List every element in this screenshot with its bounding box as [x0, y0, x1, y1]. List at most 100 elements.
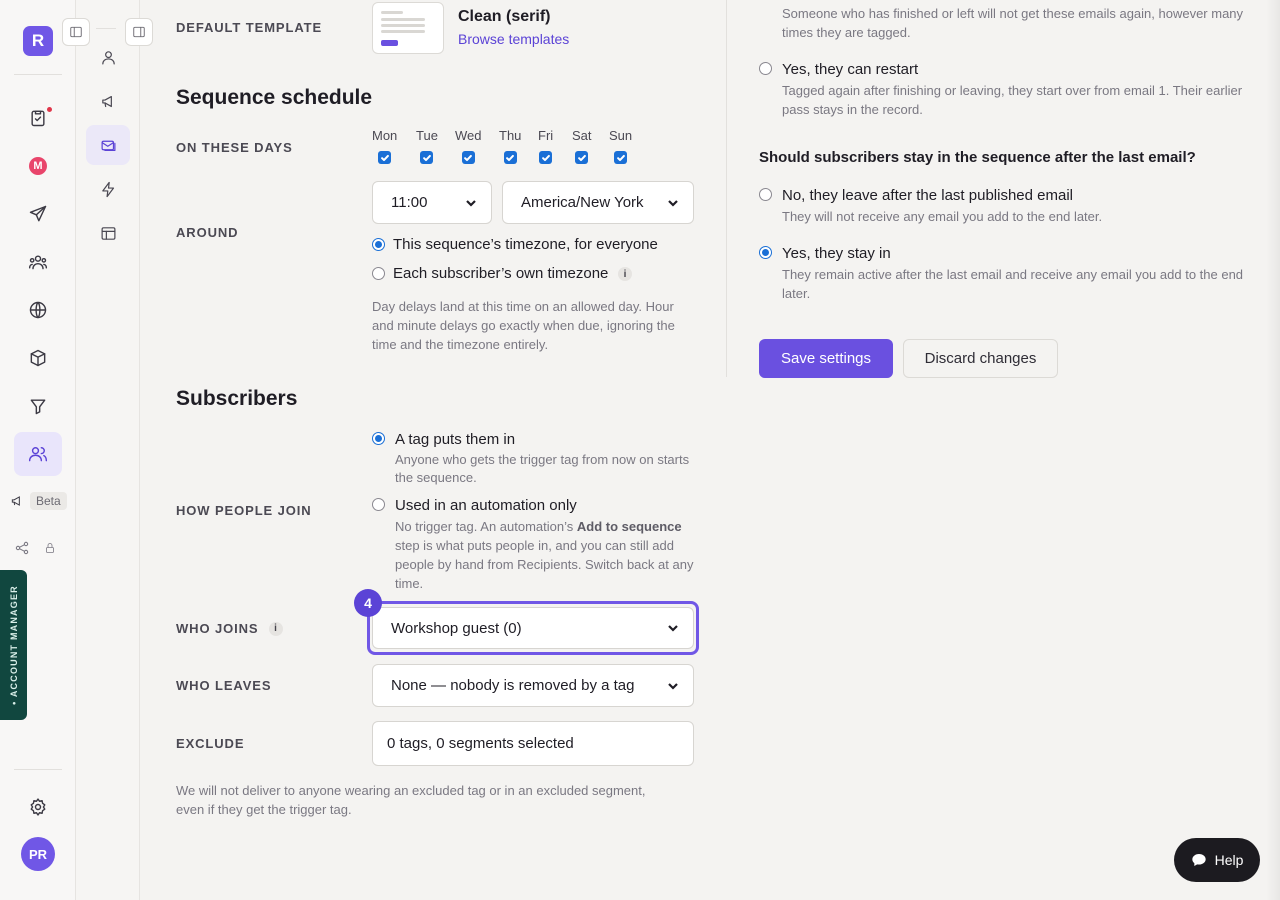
funnel-icon: [30, 399, 46, 415]
discard-changes-button[interactable]: Discard changes: [903, 339, 1058, 378]
day-checkbox[interactable]: [420, 151, 434, 164]
send-time-value: 11:00: [391, 194, 428, 211]
info-icon[interactable]: i: [618, 267, 632, 281]
beta-feature-item[interactable]: Beta: [10, 490, 67, 512]
step-number-badge: 4: [354, 589, 382, 617]
rail-divider: [96, 28, 116, 29]
day-thu[interactable]: Thu: [499, 128, 521, 164]
rail-divider: [14, 769, 62, 770]
restart-yes-radio[interactable]: [759, 62, 772, 75]
help-label: Help: [1214, 852, 1244, 868]
settings-nav-button[interactable]: [14, 785, 62, 829]
join-by-tag-desc: Anyone who gets the trigger tag from now…: [395, 452, 690, 485]
send-nav-button[interactable]: [14, 192, 62, 236]
day-checkbox[interactable]: [539, 151, 553, 164]
send-time-select[interactable]: 11:00: [372, 181, 492, 224]
user-icon: [101, 50, 115, 64]
web-nav-button[interactable]: [14, 288, 62, 332]
stay-in-radio[interactable]: [759, 246, 772, 259]
tz-sequence-radio[interactable]: [372, 238, 385, 251]
audience-nav-button[interactable]: [14, 240, 62, 284]
m-app-nav-button[interactable]: M: [14, 144, 62, 188]
save-settings-button[interactable]: Save settings: [759, 339, 893, 378]
who-joins-select[interactable]: Workshop guest (0): [372, 607, 694, 649]
day-name: Sun: [609, 128, 633, 143]
products-nav-button[interactable]: [14, 336, 62, 380]
m-badge-icon: M: [29, 157, 47, 175]
templates-tab-button[interactable]: [86, 213, 130, 253]
desc-bold: Add to sequence: [576, 519, 682, 534]
tasks-nav-button[interactable]: [14, 96, 62, 140]
workspace-logo[interactable]: R: [23, 26, 53, 56]
days-label: On these days: [176, 140, 293, 155]
day-name: Sat: [572, 128, 592, 143]
automations-tab-button[interactable]: [86, 169, 130, 209]
sequences-tab-button[interactable]: [86, 125, 130, 165]
column-divider: [726, 0, 727, 377]
who-leaves-label: Who leaves: [176, 678, 272, 693]
join-by-tag-radio[interactable]: [372, 432, 385, 445]
info-icon[interactable]: i: [268, 621, 283, 636]
who-leaves-select[interactable]: None — nobody is removed by a tag: [372, 664, 694, 707]
browse-templates-link[interactable]: Browse templates: [458, 31, 569, 47]
day-checkbox[interactable]: [378, 151, 392, 164]
day-wed[interactable]: Wed: [455, 128, 482, 164]
layout-icon: [101, 226, 115, 240]
day-sun[interactable]: Sun: [609, 128, 632, 164]
join-by-tag-label[interactable]: A tag puts them in: [395, 431, 515, 448]
default-template-label: Default template: [176, 20, 323, 35]
day-fri[interactable]: Fri: [538, 128, 553, 164]
day-checkbox[interactable]: [575, 151, 589, 164]
stay-leave-radio[interactable]: [759, 188, 772, 201]
funnels-nav-button[interactable]: [14, 384, 62, 428]
day-sat[interactable]: Sat: [572, 128, 592, 164]
tz-sequence-label[interactable]: This sequence’s timezone, for everyone: [393, 236, 658, 253]
how-people-join-label: How people join: [176, 503, 312, 518]
subscribers-nav-button[interactable]: [14, 432, 62, 476]
sidebar-toggle-icon: [133, 26, 145, 38]
around-label: Around: [176, 225, 239, 240]
template-thumbnail[interactable]: [372, 2, 444, 54]
main-nav-rail: R M Beta • ACCOUNT MANAGER PR: [0, 0, 76, 900]
day-mon[interactable]: Mon: [372, 128, 397, 164]
megaphone-icon: [101, 95, 112, 107]
help-button[interactable]: Help: [1174, 838, 1260, 882]
stay-in-label[interactable]: Yes, they stay in: [782, 245, 891, 262]
integrations-item[interactable]: [14, 540, 56, 556]
stay-question: Should subscribers stay in the sequence …: [759, 149, 1196, 166]
stay-in-desc: They remain active after the last email …: [782, 267, 1244, 301]
chevron-down-icon: [668, 682, 678, 690]
exclude-picker[interactable]: 0 tags, 0 segments selected: [372, 721, 694, 766]
day-tue[interactable]: Tue: [416, 128, 438, 164]
timezone-select[interactable]: America/New York: [502, 181, 694, 224]
cube-icon: [30, 349, 46, 367]
stay-leave-desc: They will not receive any email you add …: [782, 209, 1103, 224]
day-name: Thu: [499, 128, 522, 143]
broadcasts-tab-button[interactable]: [86, 81, 130, 121]
day-checkbox[interactable]: [503, 151, 517, 164]
chevron-down-icon: [668, 625, 678, 632]
chat-bubble-icon: [1191, 854, 1206, 866]
restart-yes-label[interactable]: Yes, they can restart: [782, 61, 918, 78]
globe-icon: [29, 301, 47, 319]
account-manager-tab[interactable]: • ACCOUNT MANAGER: [0, 570, 27, 720]
users-icon: [28, 447, 48, 462]
day-checkbox[interactable]: [614, 151, 628, 164]
recipients-tab-button[interactable]: [86, 37, 130, 77]
subscribers-heading: Subscribers: [176, 387, 298, 410]
share-icon: [15, 541, 29, 555]
day-name: Mon: [372, 128, 398, 143]
schedule-note: Day delays land at this time on an allow…: [372, 299, 675, 352]
user-avatar[interactable]: PR: [21, 837, 55, 871]
exclude-note: We will not deliver to anyone wearing an…: [176, 783, 646, 817]
lock-icon: [46, 543, 54, 553]
exclude-label: Exclude: [176, 736, 245, 751]
join-by-automation-label[interactable]: Used in an automation only: [395, 497, 577, 514]
tz-subscriber-radio[interactable]: [372, 267, 385, 280]
sequence-icon: [101, 140, 115, 151]
stay-leave-label[interactable]: No, they leave after the last published …: [782, 187, 1073, 204]
tz-subscriber-label[interactable]: Each subscriber’s own timezone: [393, 265, 608, 282]
day-checkbox[interactable]: [461, 151, 475, 164]
join-by-automation-radio[interactable]: [372, 498, 385, 511]
chevron-down-icon: [668, 199, 678, 207]
